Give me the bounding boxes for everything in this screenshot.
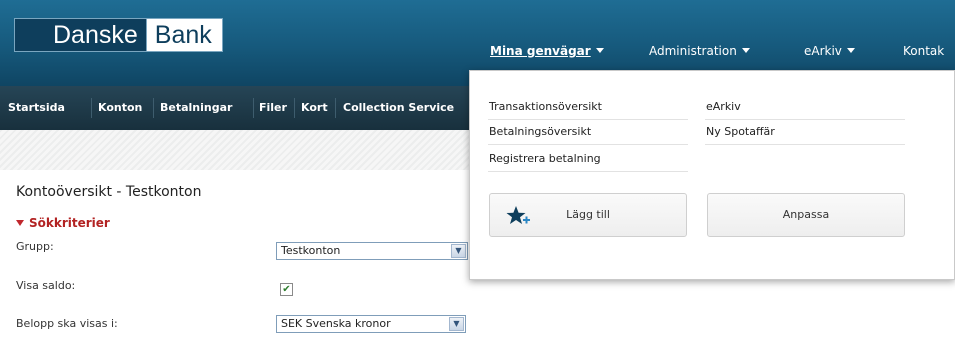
chevron-down-icon bbox=[846, 48, 855, 53]
add-shortcut-button[interactable]: Lägg till bbox=[489, 193, 687, 237]
subnav-collection-service[interactable]: Collection Service bbox=[343, 86, 454, 130]
group-select[interactable]: Testkonton ▼ bbox=[276, 242, 468, 260]
shortcuts-dropdown: Transaktionsöversikt Betalningsöversikt … bbox=[469, 70, 955, 280]
chevron-down-icon bbox=[595, 48, 604, 53]
subnav-startsida[interactable]: Startsida bbox=[8, 86, 65, 130]
group-label: Grupp: bbox=[16, 240, 54, 253]
amount-currency-label: Belopp ska visas i: bbox=[16, 317, 118, 330]
subnav-konton[interactable]: Konton bbox=[98, 86, 142, 130]
divider bbox=[705, 144, 905, 145]
triangle-down-icon bbox=[16, 220, 24, 226]
currency-select[interactable]: SEK Svenska kronor ▼ bbox=[276, 315, 466, 333]
shortcut-transaktionsoversikt[interactable]: Transaktionsöversikt bbox=[489, 100, 602, 113]
customize-shortcuts-button[interactable]: Anpassa bbox=[707, 193, 905, 237]
subnav-betalningar[interactable]: Betalningar bbox=[160, 86, 232, 130]
shortcut-betalningsoversikt[interactable]: Betalningsöversikt bbox=[489, 125, 591, 138]
search-criteria-toggle[interactable]: Sökkriterier bbox=[16, 216, 110, 230]
chevron-down-icon: ▼ bbox=[449, 317, 464, 331]
nav-divider bbox=[294, 98, 295, 118]
divider bbox=[488, 119, 688, 120]
subnav-kort[interactable]: Kort bbox=[301, 86, 328, 130]
topnav-earkiv[interactable]: eArkiv bbox=[804, 44, 855, 58]
divider bbox=[488, 144, 688, 145]
shortcut-earkiv[interactable]: eArkiv bbox=[706, 100, 741, 113]
topnav-mina-genvagar[interactable]: Mina genvägar bbox=[490, 44, 604, 58]
chevron-down-icon: ▼ bbox=[451, 244, 466, 258]
shortcut-ny-spotaffar[interactable]: Ny Spotaffär bbox=[706, 125, 775, 138]
chevron-down-icon bbox=[741, 48, 750, 53]
nav-divider bbox=[153, 98, 154, 118]
divider bbox=[705, 119, 905, 120]
topnav-kontakt[interactable]: Kontak bbox=[903, 44, 944, 58]
nav-divider bbox=[91, 98, 92, 118]
top-navigation: Mina genvägar Administration eArkiv Kont… bbox=[0, 44, 955, 64]
subnav-filer[interactable]: Filer bbox=[259, 86, 287, 130]
show-balance-label: Visa saldo: bbox=[16, 279, 76, 292]
divider bbox=[488, 171, 688, 172]
shortcut-registrera-betalning[interactable]: Registrera betalning bbox=[489, 152, 601, 165]
page-title: Kontoöversikt - Testkonton bbox=[16, 184, 202, 200]
nav-divider bbox=[253, 98, 254, 118]
nav-divider bbox=[335, 98, 336, 118]
topnav-administration[interactable]: Administration bbox=[649, 44, 750, 58]
show-balance-checkbox[interactable]: ✔ bbox=[280, 283, 293, 296]
